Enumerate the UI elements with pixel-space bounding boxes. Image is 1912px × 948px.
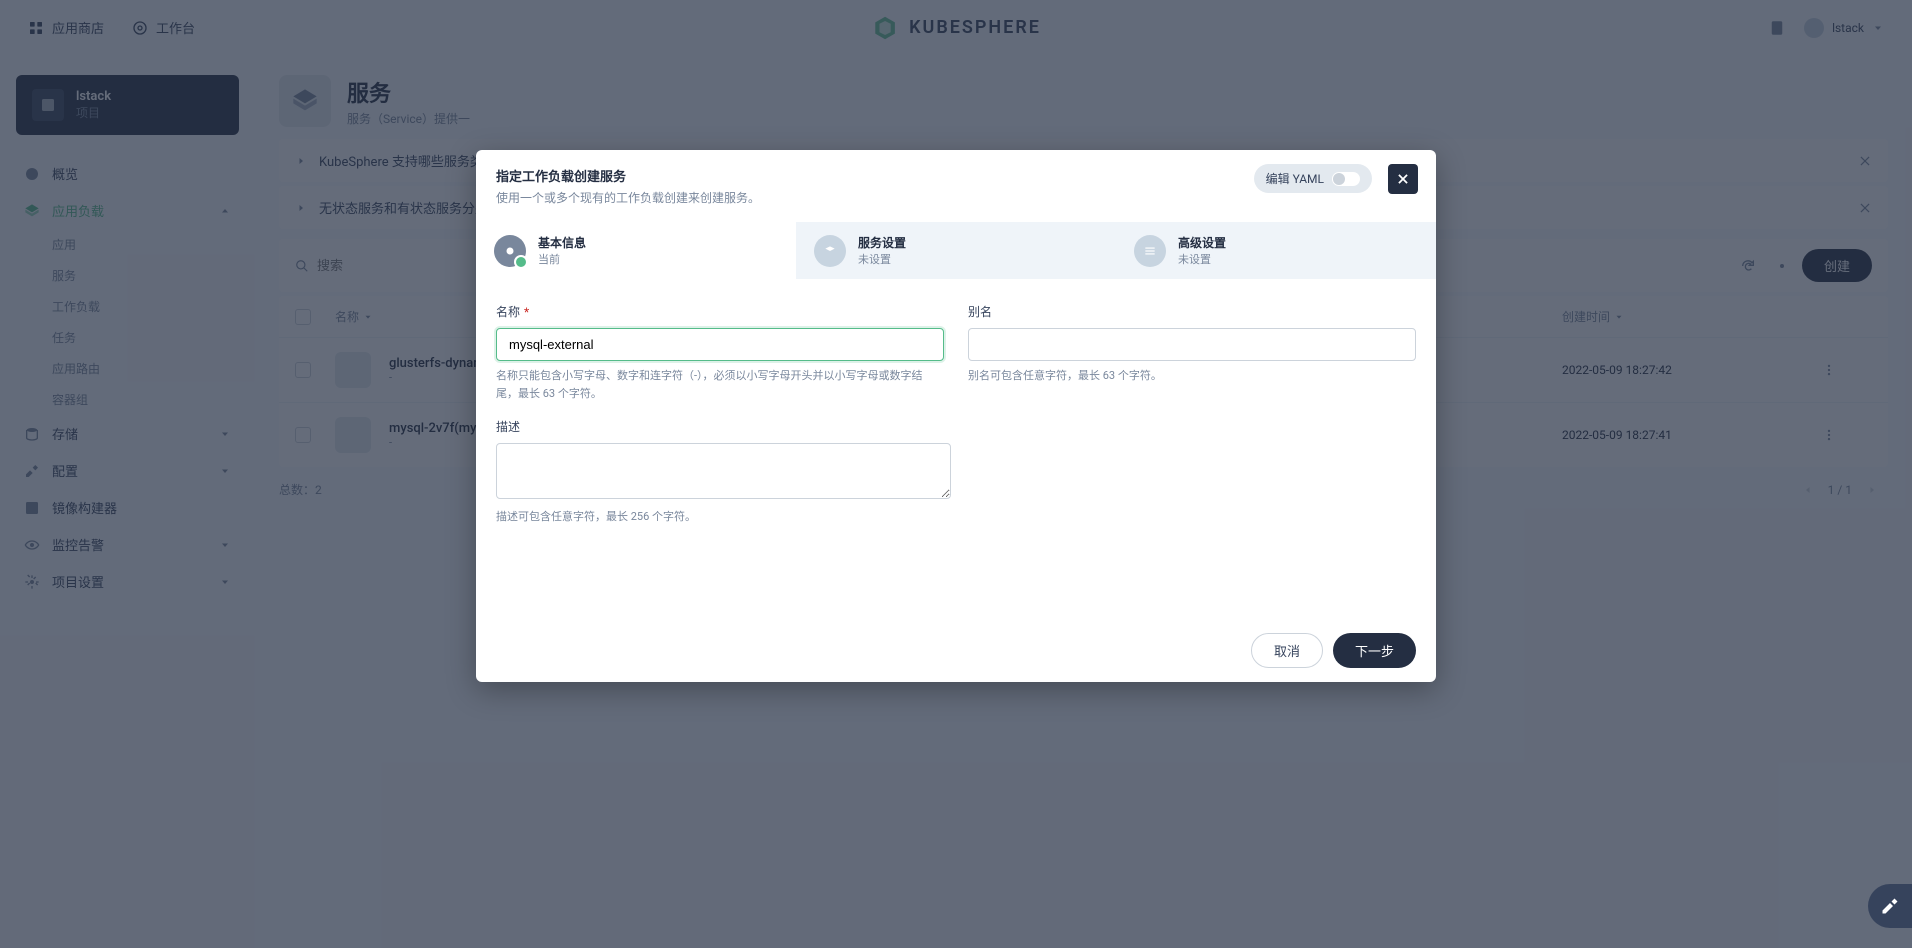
alias-hint: 别名可包含任意字符，最长 63 个字符。 [968,367,1416,385]
tab-service-title: 服务设置 [858,234,906,251]
service-settings-icon [814,235,846,267]
wizard-tab-basic[interactable]: 基本信息 当前 [476,222,796,279]
yaml-toggle[interactable]: 编辑 YAML [1254,164,1372,193]
cancel-button[interactable]: 取消 [1251,633,1323,668]
wrench-icon [1881,897,1899,915]
desc-textarea[interactable] [496,443,951,499]
tab-advanced-title: 高级设置 [1178,234,1226,251]
tab-basic-sub: 当前 [538,251,586,267]
modal-close-button[interactable] [1388,164,1418,194]
help-fab[interactable] [1868,884,1912,928]
wizard-tab-advanced[interactable]: 高级设置 未设置 [1116,222,1436,279]
tab-basic-title: 基本信息 [538,234,586,251]
tab-service-sub: 未设置 [858,251,906,267]
modal-overlay: 指定工作负载创建服务 使用一个或多个现有的工作负载创建来创建服务。 编辑 YAM… [0,0,1912,948]
tab-advanced-sub: 未设置 [1178,251,1226,267]
alias-label: 别名 [968,303,1416,320]
name-hint: 名称只能包含小写字母、数字和连字符（-），必须以小写字母开头并以小写字母或数字结… [496,367,944,402]
yaml-label: 编辑 YAML [1266,170,1324,187]
next-button[interactable]: 下一步 [1333,633,1416,668]
wizard-tabs: 基本信息 当前 服务设置 未设置 高级设置 未设置 [476,222,1436,279]
name-label: 名称* [496,303,944,320]
toggle-switch [1332,172,1360,186]
desc-hint: 描述可包含任意字符，最长 256 个字符。 [496,508,951,526]
wizard-tab-service[interactable]: 服务设置 未设置 [796,222,1116,279]
alias-input[interactable] [968,328,1416,361]
close-icon [1396,172,1410,186]
create-service-modal: 指定工作负载创建服务 使用一个或多个现有的工作负载创建来创建服务。 编辑 YAM… [476,150,1436,682]
name-input[interactable] [496,328,944,361]
basic-info-icon [494,235,526,267]
desc-label: 描述 [496,418,951,435]
advanced-settings-icon [1134,235,1166,267]
